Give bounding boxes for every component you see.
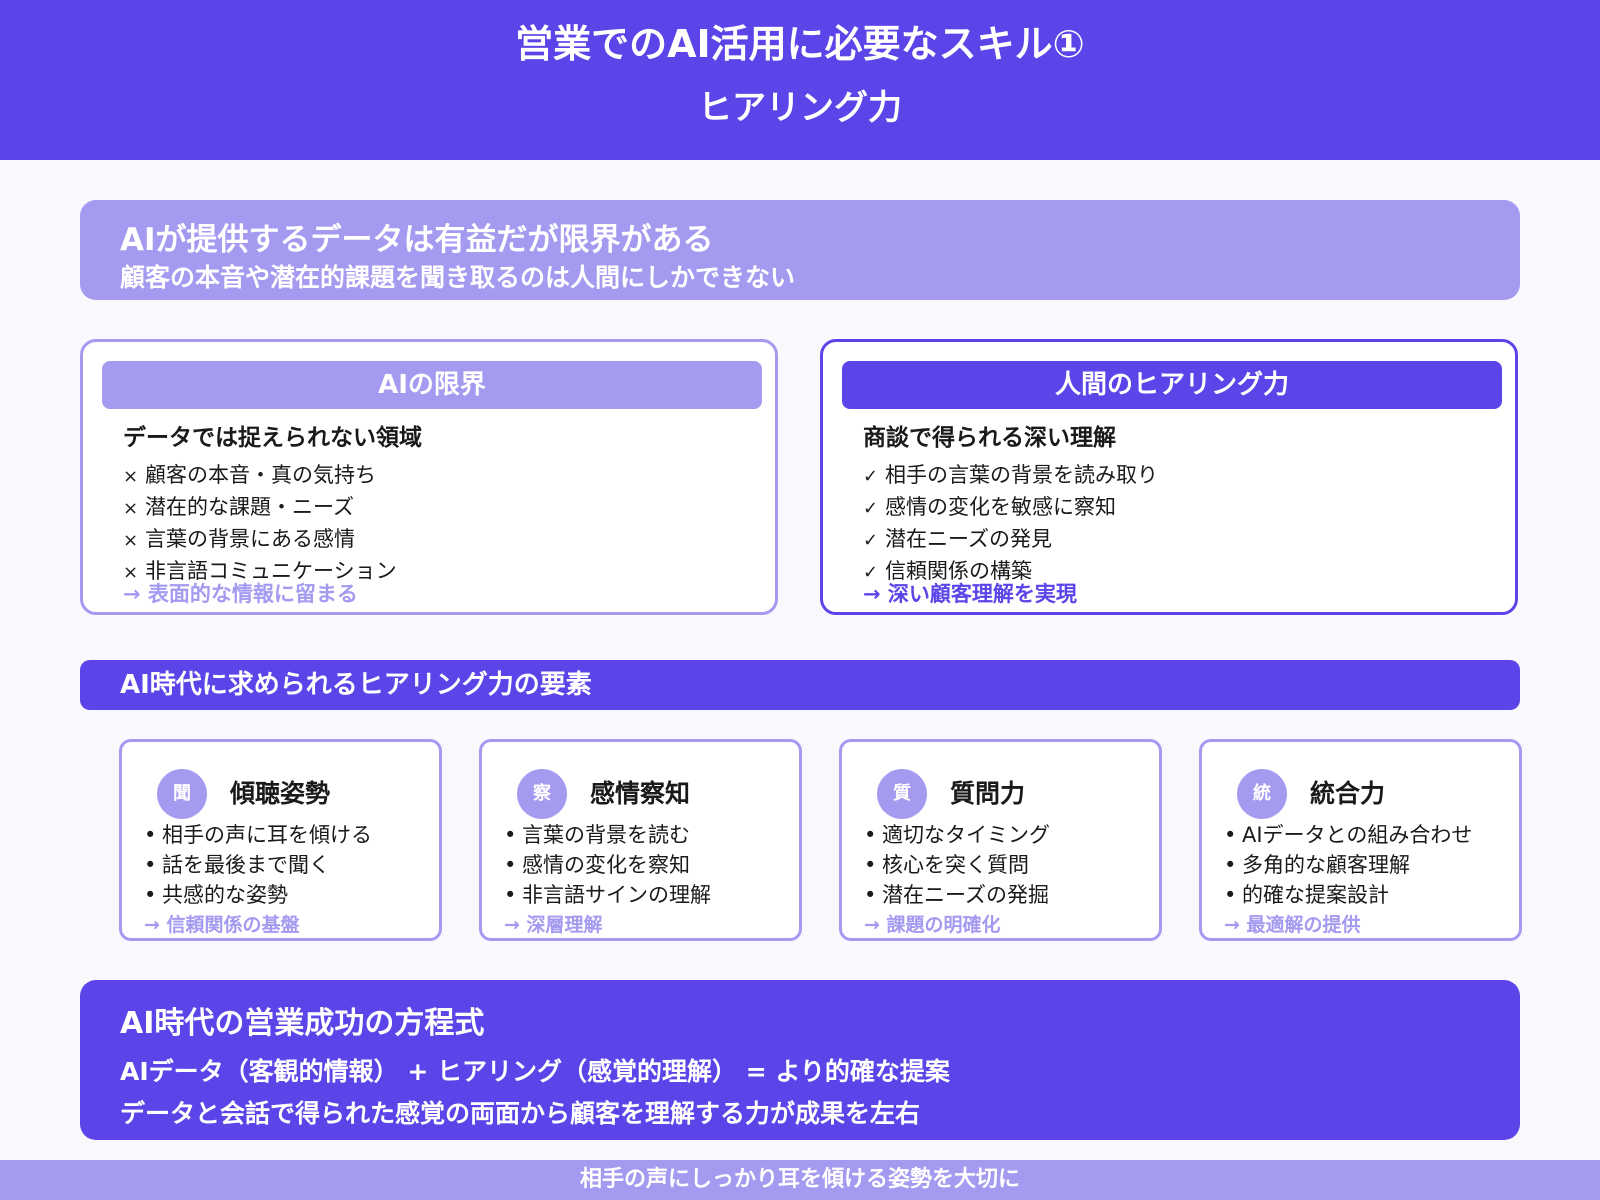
list-item: ✓ 相手の言葉の背景を読み取り — [863, 460, 1158, 492]
list-item: ✓ 感情の変化を敏感に察知 — [863, 492, 1158, 524]
panel-title: 人間のヒアリング力 — [842, 361, 1502, 409]
banner-line-2: 顧客の本音や潜在的課題を聞き取るのは人間にしかできない — [120, 263, 796, 292]
section-heading: AI時代に求められるヒアリング力の要素 — [80, 660, 1520, 710]
limits-list: × 顧客の本音・真の気持ち × 潜在的な課題・ニーズ × 言葉の背景にある感情 × 非言… — [123, 460, 397, 588]
list-item: • 核心を突く質問 — [864, 853, 1029, 877]
perceive-icon: 察 — [517, 769, 567, 819]
list-item: • 的確な提案設計 — [1224, 883, 1389, 907]
list-item: • 潜在ニーズの発掘 — [864, 883, 1049, 907]
card-list: • AIデータとの組み合わせ • 多角的な顧客理解 • 的確な提案設計 — [1224, 820, 1472, 910]
card-list: • 適切なタイミング • 核心を突く質問 • 潜在ニーズの発掘 — [864, 820, 1050, 910]
question-icon: 質 — [877, 769, 927, 819]
list-item: • 言葉の背景を読む — [504, 823, 690, 847]
listen-icon: 聞 — [157, 769, 207, 819]
card-title: 傾聴姿勢 — [230, 779, 331, 808]
card-list: • 言葉の背景を読む • 感情の変化を察知 • 非言語サインの理解 — [504, 820, 711, 910]
list-item: × 言葉の背景にある感情 — [123, 524, 397, 556]
human-hearing-panel: 人間のヒアリング力 商談で得られる深い理解 ✓ 相手の言葉の背景を読み取り ✓ 感情… — [820, 339, 1518, 615]
list-item: • 多角的な顧客理解 — [1224, 853, 1410, 877]
check-icon: ✓ — [863, 498, 879, 519]
cross-icon: × — [123, 498, 139, 519]
list-item: • 話を最後まで聞く — [144, 853, 330, 877]
element-card-listening: 聞 傾聴姿勢 • 相手の声に耳を傾ける • 話を最後まで聞く • 共感的な姿勢 → 信… — [119, 739, 442, 941]
element-card-integration: 統 統合力 • AIデータとの組み合わせ • 多角的な顧客理解 • 的確な提案設計 →… — [1199, 739, 1522, 941]
page-header: 営業でのAI活用に必要なスキル① ヒアリング力 — [0, 0, 1600, 160]
check-icon: ✓ — [863, 530, 879, 551]
element-card-emotion: 察 感情察知 • 言葉の背景を読む • 感情の変化を察知 • 非言語サインの理解 → … — [479, 739, 802, 941]
card-list: • 相手の声に耳を傾ける • 話を最後まで聞く • 共感的な姿勢 — [144, 820, 372, 910]
banner-line-1: AIが提供するデータは有益だが限界がある — [120, 222, 714, 258]
panel-subtitle: 商談で得られる深い理解 — [863, 425, 1116, 451]
formula-equation: AIデータ（客観的情報） + ヒアリング（感覚的理解） = より的確な提案 — [120, 1057, 950, 1086]
ai-limits-panel: AIの限界 データでは捉えられない領域 × 顧客の本音・真の気持ち × 潜在的な課題… — [80, 339, 778, 615]
page-subtitle: ヒアリング力 — [698, 88, 902, 128]
list-item: × 潜在的な課題・ニーズ — [123, 492, 397, 524]
card-title: 統合力 — [1310, 779, 1386, 808]
card-result: → 最適解の提供 — [1224, 914, 1361, 936]
list-item: • 適切なタイミング — [864, 823, 1050, 847]
key-message-banner: AIが提供するデータは有益だが限界がある 顧客の本音や潜在的課題を聞き取るのは人… — [80, 200, 1520, 300]
list-item: • 感情の変化を察知 — [504, 853, 690, 877]
cross-icon: × — [123, 466, 139, 487]
formula-title: AI時代の営業成功の方程式 — [120, 1006, 485, 1041]
strengths-list: ✓ 相手の言葉の背景を読み取り ✓ 感情の変化を敏感に察知 ✓ 潜在ニーズの発見 ✓ 信… — [863, 460, 1158, 588]
list-item: • 相手の声に耳を傾ける — [144, 823, 372, 847]
card-result: → 信頼関係の基盤 — [144, 914, 300, 936]
list-item: • 共感的な姿勢 — [144, 883, 288, 907]
panel-title: AIの限界 — [102, 361, 762, 409]
card-result: → 課題の明確化 — [864, 914, 1001, 936]
check-icon: ✓ — [863, 466, 879, 487]
panel-result: → 表面的な情報に留まる — [123, 582, 358, 606]
element-card-questioning: 質 質問力 • 適切なタイミング • 核心を突く質問 • 潜在ニーズの発掘 → 課題の… — [839, 739, 1162, 941]
formula-description: データと会話で得られた感覚の両面から顧客を理解する力が成果を左右 — [120, 1099, 921, 1128]
list-item: × 顧客の本音・真の気持ち — [123, 460, 397, 492]
cross-icon: × — [123, 530, 139, 551]
card-title: 感情察知 — [590, 779, 691, 808]
card-title: 質問力 — [950, 779, 1026, 808]
footer-message: 相手の声にしっかり耳を傾ける姿勢を大切に — [0, 1160, 1600, 1200]
card-result: → 深層理解 — [504, 914, 603, 936]
success-formula-box: AI時代の営業成功の方程式 AIデータ（客観的情報） + ヒアリング（感覚的理解… — [80, 980, 1520, 1140]
panel-result: → 深い顧客理解を実現 — [863, 582, 1077, 606]
list-item: ✓ 潜在ニーズの発見 — [863, 524, 1158, 556]
page-title: 営業でのAI活用に必要なスキル① — [515, 22, 1085, 66]
list-item: • AIデータとの組み合わせ — [1224, 823, 1473, 847]
integrate-icon: 統 — [1237, 769, 1287, 819]
panel-subtitle: データでは捉えられない領域 — [123, 425, 422, 451]
list-item: • 非言語サインの理解 — [504, 883, 711, 907]
